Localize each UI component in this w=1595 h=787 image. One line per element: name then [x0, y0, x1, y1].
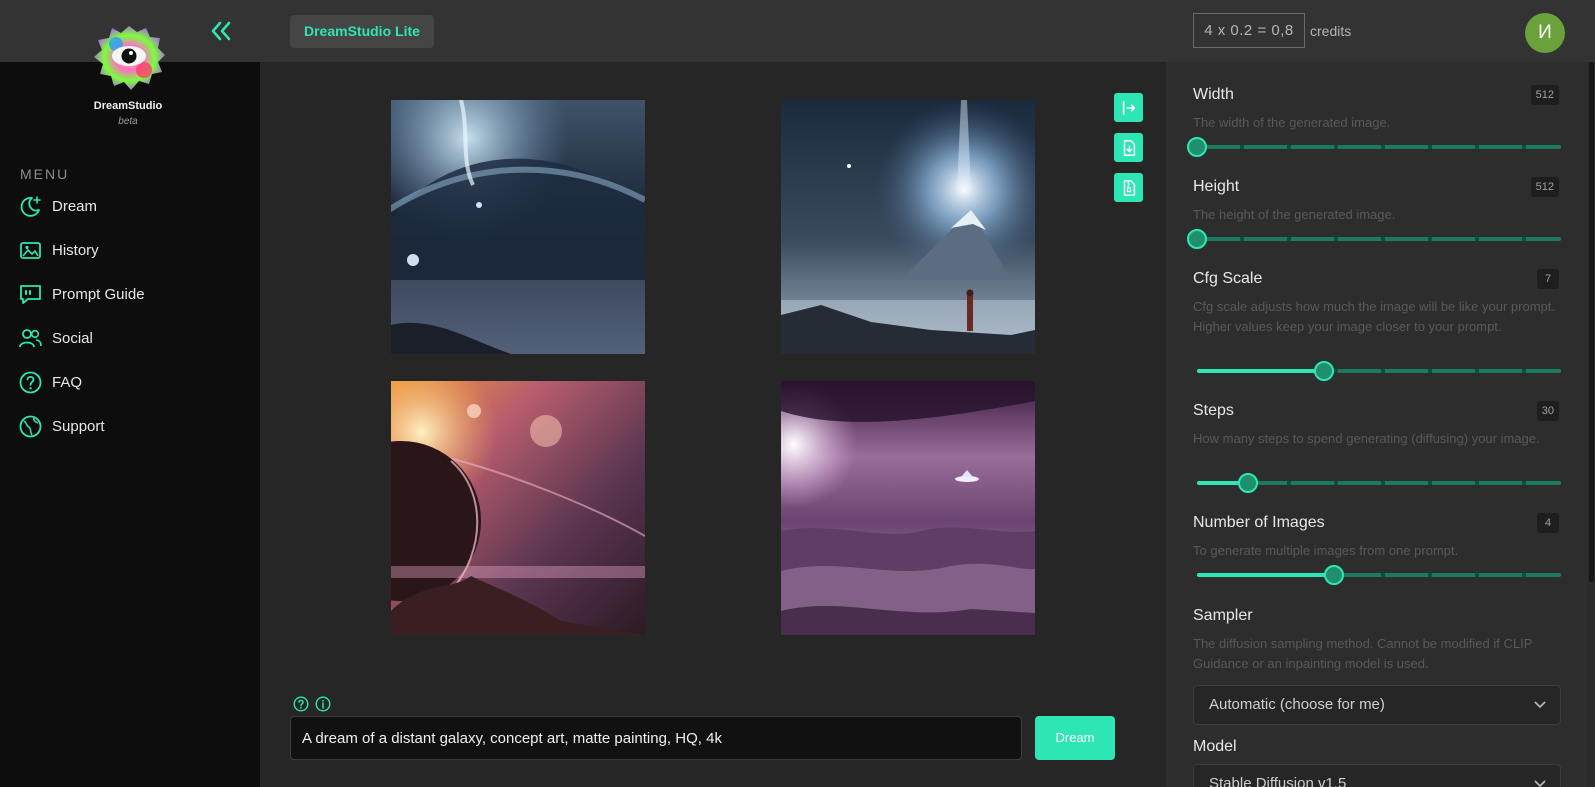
height-description: The height of the generated image.: [1193, 207, 1396, 222]
cfg-scale-label: Cfg Scale: [1193, 270, 1263, 287]
zip-file-icon: [1123, 179, 1135, 196]
sidebar-item-prompt-guide[interactable]: Prompt Guide: [18, 279, 145, 309]
sidebar-item-history[interactable]: History: [18, 235, 99, 265]
question-circle-icon[interactable]: [293, 696, 309, 712]
users-icon: [19, 328, 42, 347]
brand-beta-tag: beta: [118, 116, 138, 127]
menu-title: MENU: [20, 166, 70, 182]
cfg-scale-slider[interactable]: [1197, 361, 1561, 381]
settings-scroll-thumb[interactable]: [1589, 62, 1594, 582]
sidebar-item-label: Social: [52, 329, 93, 347]
num-images-description: To generate multiple images from one pro…: [1193, 543, 1459, 558]
width-description: The width of the generated image.: [1193, 115, 1391, 130]
brand-name: DreamStudio: [93, 100, 163, 112]
num-images-slider[interactable]: [1197, 565, 1561, 585]
settings-panel: [1166, 62, 1595, 787]
generated-image-4[interactable]: [781, 381, 1035, 635]
sampler-selected-value: Automatic (choose for me): [1209, 696, 1385, 713]
slider-handle[interactable]: [1314, 361, 1335, 381]
generated-image-2[interactable]: [781, 100, 1035, 354]
generated-image-3[interactable]: [391, 381, 645, 635]
credits-label: credits: [1310, 23, 1352, 39]
export-button[interactable]: [1114, 93, 1143, 122]
sidebar-item-label: Prompt Guide: [52, 285, 145, 303]
info-circle-icon[interactable]: [315, 696, 331, 712]
sampler-description: The diffusion sampling method. Cannot be…: [1193, 636, 1533, 671]
cfg-scale-value: 7: [1537, 269, 1559, 289]
slider-handle[interactable]: [1187, 229, 1207, 249]
model-label: Model: [1193, 738, 1237, 755]
export-icon: [1122, 100, 1135, 115]
steps-value: 30: [1536, 401, 1559, 421]
globe-icon: [19, 415, 42, 437]
sidebar-item-label: History: [52, 241, 99, 259]
dreamstudio-logo: [92, 24, 166, 92]
sidebar-item-label: Support: [52, 417, 105, 435]
model-select[interactable]: Stable Diffusion v1.5: [1193, 764, 1561, 787]
chevron-down-icon: [1534, 701, 1546, 709]
sidebar-item-label: FAQ: [52, 373, 83, 391]
steps-label: Steps: [1193, 402, 1234, 419]
tab-dreamstudio-lite[interactable]: DreamStudio Lite: [290, 15, 434, 48]
sidebar: MENU Dream History Prompt Guide Social F…: [0, 62, 260, 787]
chevron-down-icon: [1534, 780, 1546, 787]
sampler-select[interactable]: Automatic (choose for me): [1193, 685, 1561, 725]
width-slider[interactable]: [1187, 137, 1561, 157]
dream-button[interactable]: Dream: [1035, 716, 1115, 760]
slider-handle[interactable]: [1323, 565, 1344, 585]
prompt-help-icons: [293, 696, 331, 712]
moon-sparkle-icon: [20, 195, 41, 217]
download-file-icon: [1123, 139, 1135, 156]
question-circle-icon: [19, 371, 42, 393]
download-button[interactable]: [1114, 133, 1143, 162]
prompt-input[interactable]: [290, 716, 1022, 760]
cfg-scale-description: Cfg scale adjusts how much the image wil…: [1193, 299, 1555, 334]
sidebar-item-social[interactable]: Social: [18, 323, 93, 353]
sidebar-item-support[interactable]: Support: [18, 411, 105, 441]
credits-cost: 4 x 0.2 = 0,8: [1193, 13, 1305, 48]
steps-description: How many steps to spend generating (diff…: [1193, 431, 1540, 446]
avatar[interactable]: И: [1525, 13, 1565, 53]
height-label: Height: [1193, 178, 1240, 195]
top-bar: [0, 0, 1595, 62]
height-slider[interactable]: [1187, 229, 1561, 249]
slider-handle[interactable]: [1187, 137, 1207, 157]
download-zip-button[interactable]: [1114, 173, 1143, 202]
height-value: 512: [1530, 177, 1559, 197]
collapse-sidebar-icon[interactable]: [208, 18, 234, 44]
num-images-value: 4: [1537, 513, 1559, 533]
sidebar-item-dream[interactable]: Dream: [18, 191, 97, 221]
generated-image-1[interactable]: [391, 100, 645, 354]
model-selected-value: Stable Diffusion v1.5: [1209, 775, 1347, 787]
sidebar-item-faq[interactable]: FAQ: [18, 367, 82, 397]
num-images-label: Number of Images: [1193, 514, 1325, 531]
slider-handle[interactable]: [1237, 473, 1258, 493]
width-label: Width: [1193, 86, 1234, 103]
steps-slider[interactable]: [1197, 473, 1561, 493]
quote-bubble-icon: [20, 284, 41, 304]
sidebar-item-label: Dream: [52, 197, 98, 215]
image-gallery-icon: [20, 241, 41, 259]
sampler-label: Sampler: [1193, 607, 1253, 624]
width-value: 512: [1530, 85, 1559, 105]
